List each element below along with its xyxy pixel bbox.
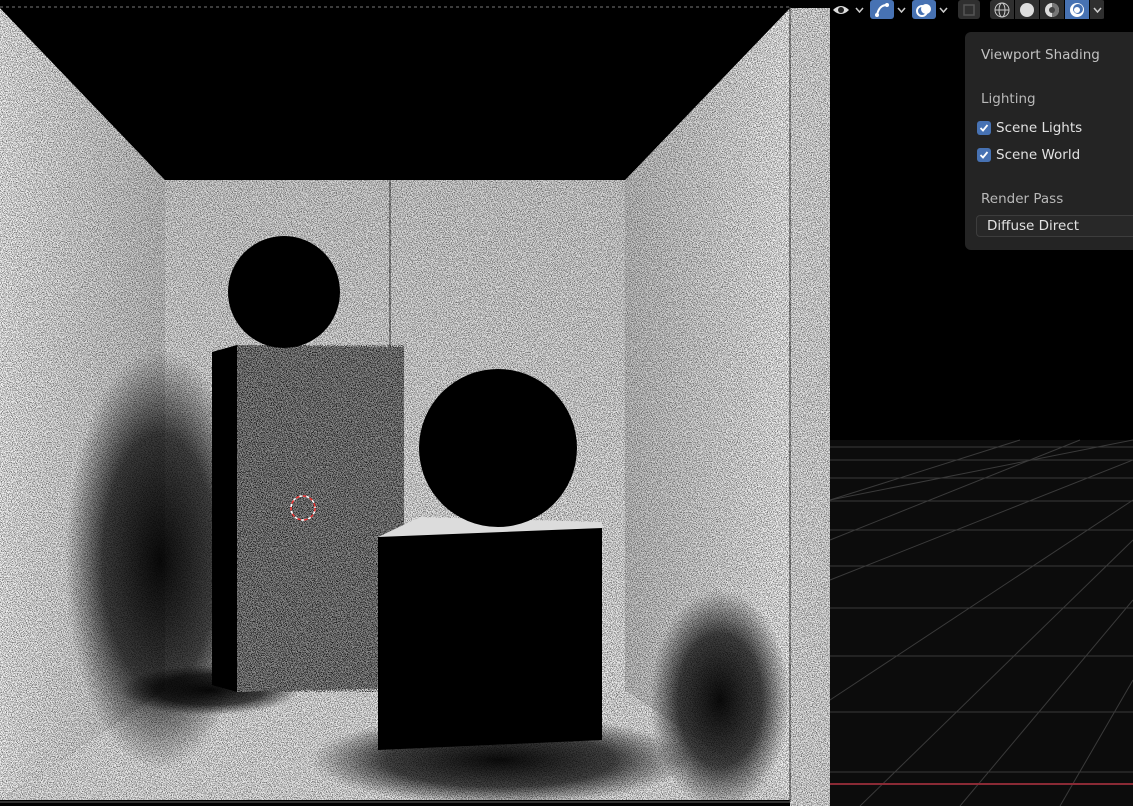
tall-box-side — [212, 345, 237, 692]
overlay-icon[interactable] — [912, 0, 936, 19]
wireframe-shading-icon[interactable] — [990, 0, 1014, 19]
viewport-shading-popover: Viewport Shading Lighting Scene Lights S… — [965, 32, 1133, 250]
eye-icon[interactable] — [830, 0, 852, 19]
visibility-selector[interactable] — [830, 0, 866, 19]
shading-mode-group — [990, 0, 1105, 19]
chevron-down-icon[interactable] — [894, 0, 908, 19]
checkmark-icon[interactable] — [977, 148, 991, 162]
viewport-header — [830, 0, 1133, 19]
rendered-shading-icon[interactable] — [1065, 0, 1089, 19]
front-sphere — [419, 369, 577, 527]
scene-world-label: Scene World — [996, 147, 1081, 163]
checkmark-icon[interactable] — [977, 121, 991, 135]
viewport-scene[interactable] — [0, 0, 1133, 806]
scene-lights-label: Scene Lights — [996, 120, 1083, 136]
back-sphere — [228, 236, 340, 348]
render-pass-label: Render Pass — [981, 191, 1064, 207]
gizmo-selector[interactable] — [870, 0, 908, 19]
render-pass-dropdown[interactable]: Diffuse Direct — [976, 215, 1133, 237]
popover-title: Viewport Shading — [981, 47, 1100, 63]
short-box-front — [378, 528, 602, 750]
chevron-down-icon[interactable] — [936, 0, 950, 19]
solid-shading-icon[interactable] — [1015, 0, 1039, 19]
cornell-box-render — [0, 0, 830, 806]
gizmo-icon[interactable] — [870, 0, 894, 19]
chevron-down-icon[interactable] — [1090, 0, 1104, 19]
chevron-down-icon[interactable] — [852, 0, 866, 19]
scene-lights-checkbox[interactable]: Scene Lights — [977, 120, 1082, 136]
render-pass-value: Diffuse Direct — [987, 218, 1080, 234]
scene-world-checkbox[interactable]: Scene World — [977, 147, 1080, 163]
xray-icon[interactable] — [958, 0, 980, 19]
overlay-selector[interactable] — [912, 0, 950, 19]
grid-floor — [830, 440, 1133, 806]
material-preview-icon[interactable] — [1040, 0, 1064, 19]
lighting-label: Lighting — [981, 91, 1036, 107]
